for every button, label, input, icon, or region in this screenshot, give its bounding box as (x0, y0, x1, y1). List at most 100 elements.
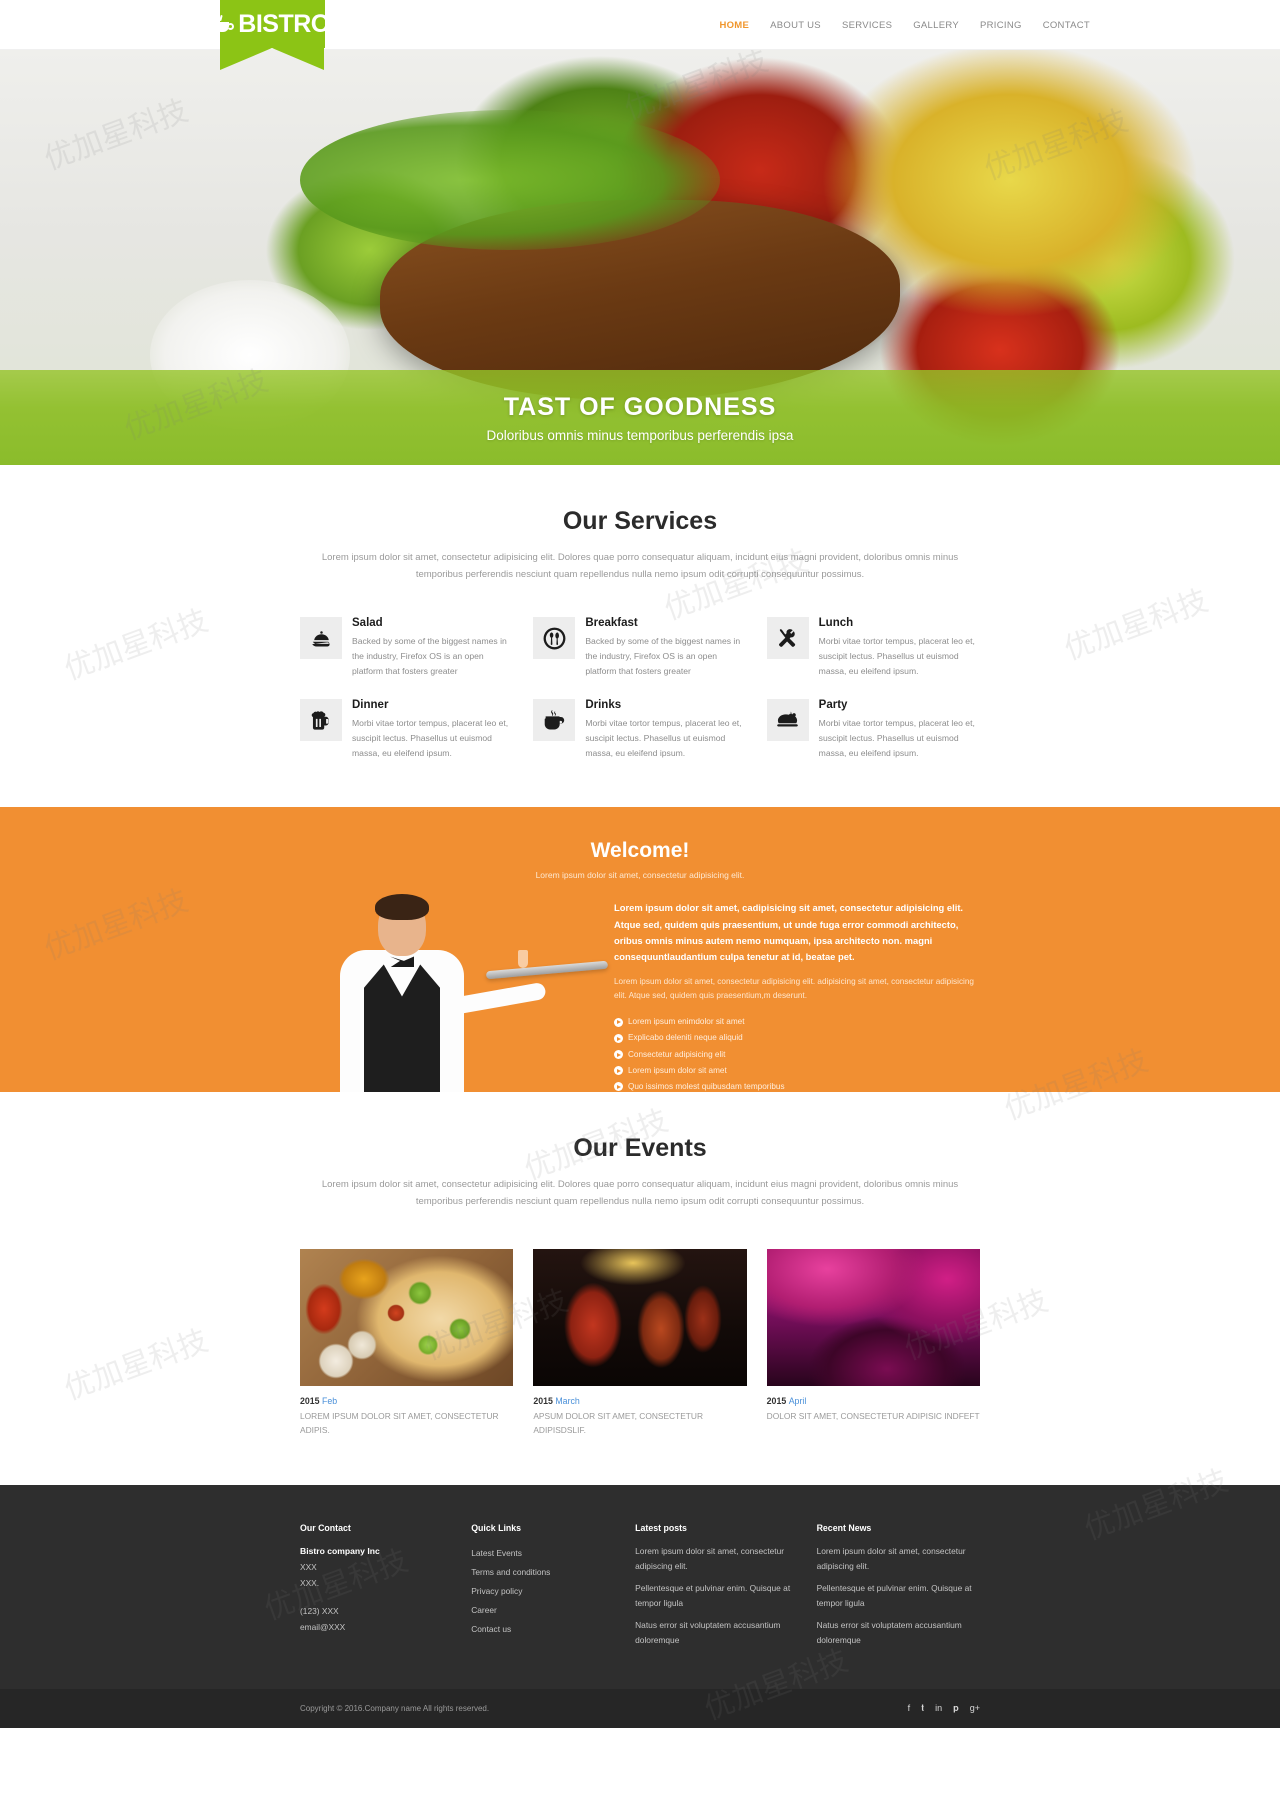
service-item[interactable]: Salad Backed by some of the biggest name… (300, 617, 513, 679)
footer-link-privacy[interactable]: Privacy policy (471, 1582, 617, 1601)
service-title: Drinks (585, 699, 622, 712)
bullet-label: Quo issimos molest quibusdam temporibus (628, 1081, 785, 1091)
hero-caption-banner: TAST OF GOODNESS Doloribus omnis minus t… (0, 370, 1280, 465)
service-desc: Morbi vitae tortor tempus, placerat leo … (352, 718, 509, 759)
footer-column-latest-posts: Latest posts Lorem ipsum dolor sit amet,… (635, 1523, 798, 1655)
list-item: Lorem ipsum dolor sit amet (614, 1064, 980, 1078)
nav-item-pricing[interactable]: PRICING (980, 20, 1022, 31)
fork-knife-cross-icon (766, 617, 809, 660)
facebook-icon[interactable]: f (908, 1703, 911, 1713)
service-desc: Backed by some of the biggest names in t… (585, 636, 741, 677)
arrow-circle-icon (614, 1017, 623, 1027)
event-year: 2015 (766, 1395, 787, 1406)
event-date: 2015 Feb (300, 1396, 513, 1406)
logo-badge[interactable]: BISTRO (215, 0, 330, 70)
nav-item-contact[interactable]: CONTACT (1043, 20, 1090, 31)
welcome-lead-text: Lorem ipsum dolor sit amet, cadipisicing… (614, 902, 964, 962)
service-item[interactable]: Party Morbi vitae tortor tempus, placera… (766, 699, 980, 761)
service-item[interactable]: Drinks Morbi vitae tortor tempus, placer… (533, 699, 746, 761)
footer-company-name: Bistro company Inc (300, 1546, 380, 1557)
list-item: Consectetur adipisicing elit (614, 1048, 980, 1062)
event-date: 2015 April (767, 1396, 980, 1406)
footer-link-latest-events[interactable]: Latest Events (471, 1544, 617, 1563)
events-section: Our Events Lorem ipsum dolor sit amet, c… (0, 1092, 1280, 1486)
welcome-bullet-list: Lorem ipsum enimdolor sit amet Explicabo… (614, 1015, 980, 1092)
google-plus-icon[interactable]: g+ (970, 1703, 980, 1713)
footer-post[interactable]: Lorem ipsum dolor sit amet, consectetur … (635, 1544, 798, 1573)
event-month[interactable]: April (789, 1396, 807, 1406)
footer-news[interactable]: Natus error sit voluptatem accusantium d… (817, 1618, 980, 1647)
event-card[interactable]: 2015 March APSUM DOLOR SIT AMET, CONSECT… (533, 1248, 747, 1438)
event-date: 2015 March (533, 1396, 746, 1406)
cloche-service-icon (300, 617, 342, 660)
nav-item-services[interactable]: SERVICES (842, 20, 892, 31)
site-footer: Our Contact Bistro company Inc XXX XXX. … (0, 1485, 1280, 1689)
service-desc: Backed by some of the biggest names in t… (352, 636, 507, 677)
footer-post[interactable]: Natus error sit voluptatem accusantium d… (635, 1618, 798, 1647)
footer-news[interactable]: Lorem ipsum dolor sit amet, consectetur … (817, 1544, 980, 1573)
site-header: BISTRO HOME ABOUT US SERVICES GALLERY PR… (0, 0, 1280, 70)
footer-heading: Quick Links (471, 1523, 522, 1534)
arrow-circle-icon (614, 1034, 623, 1043)
glass-shape (518, 950, 528, 969)
services-grid: Salad Backed by some of the biggest name… (300, 617, 980, 761)
footer-heading: Our Contact (300, 1523, 351, 1534)
footer-heading: Recent News (816, 1523, 872, 1534)
pinterest-icon[interactable]: 𝐩 (953, 1703, 959, 1714)
hero-vegetable-decor (300, 110, 720, 250)
services-section: Our Services Lorem ipsum dolor sit amet,… (0, 465, 1280, 808)
dance-party-photo (766, 1248, 980, 1386)
nav-item-about-us[interactable]: ABOUT US (770, 20, 821, 31)
service-item[interactable]: Dinner Morbi vitae tortor tempus, placer… (300, 699, 513, 761)
service-title: Lunch (818, 617, 854, 630)
event-card[interactable]: 2015 Feb LOREM IPSUM DOLOR SIT AMET, CON… (300, 1248, 514, 1438)
page-root: BISTRO HOME ABOUT US SERVICES GALLERY PR… (0, 0, 1280, 1728)
live-band-photo (533, 1248, 747, 1386)
footer-phone[interactable]: (123) XXX (300, 1604, 453, 1620)
event-month[interactable]: March (555, 1396, 579, 1406)
events-title: Our Events (573, 1134, 707, 1163)
nav-item-gallery[interactable]: GALLERY (913, 20, 959, 31)
footer-email[interactable]: email@XXX (300, 1620, 453, 1636)
footer-news[interactable]: Pellentesque et pulvinar enim. Quisque a… (817, 1581, 980, 1610)
copyright-text: Copyright © 2016.Company name All rights… (300, 1703, 490, 1713)
event-month[interactable]: Feb (322, 1396, 337, 1406)
event-card[interactable]: 2015 April DOLOR SIT AMET, CONSECTETUR A… (766, 1248, 980, 1438)
list-item: Lorem ipsum enimdolor sit amet (614, 1015, 980, 1029)
service-desc: Morbi vitae tortor tempus, placerat leo … (818, 636, 975, 677)
event-desc: DOLOR SIT AMET, CONSECTETUR ADIPISIC IND… (766, 1410, 980, 1421)
footer-post[interactable]: Pellentesque et pulvinar enim. Quisque a… (635, 1581, 798, 1610)
footer-heading: Latest posts (635, 1523, 687, 1534)
roast-turkey-icon (766, 699, 809, 742)
footer-link-contact-us[interactable]: Contact us (471, 1620, 617, 1639)
service-desc: Morbi vitae tortor tempus, placerat leo … (585, 718, 742, 759)
event-year: 2015 (300, 1395, 320, 1406)
footer-address-line-1: XXX (300, 1562, 317, 1573)
service-item[interactable]: Lunch Morbi vitae tortor tempus, placera… (766, 617, 980, 679)
event-desc: LOREM IPSUM DOLOR SIT AMET, CONSECTETUR … (300, 1410, 499, 1435)
footer-column-contact: Our Contact Bistro company Inc XXX XXX. … (300, 1523, 453, 1655)
service-item[interactable]: Breakfast Backed by some of the biggest … (533, 617, 746, 679)
nav-item-home[interactable]: HOME (719, 20, 749, 31)
events-grid: 2015 Feb LOREM IPSUM DOLOR SIT AMET, CON… (300, 1248, 980, 1438)
service-desc: Morbi vitae tortor tempus, placerat leo … (818, 718, 975, 759)
pizza-photo (300, 1248, 514, 1386)
linkedin-icon[interactable]: in (935, 1703, 942, 1713)
twitter-icon[interactable]: 𝐭 (921, 1703, 924, 1714)
arrow-circle-icon (614, 1050, 623, 1060)
service-title: Salad (352, 617, 383, 630)
welcome-title: Welcome! (590, 839, 690, 863)
footer-link-career[interactable]: Career (471, 1601, 617, 1620)
footer-column-recent-news: Recent News Lorem ipsum dolor sit amet, … (817, 1523, 980, 1655)
welcome-body-text: Lorem ipsum dolor sit amet, consectetur … (614, 977, 974, 1001)
service-title: Dinner (352, 699, 389, 712)
waiter-with-tray-photo (300, 894, 609, 1093)
bullet-label: Lorem ipsum dolor sit amet (628, 1065, 727, 1075)
hero-title: TAST OF GOODNESS (503, 392, 777, 421)
service-title: Breakfast (585, 617, 638, 630)
services-title: Our Services (562, 507, 718, 535)
main-navigation: HOME ABOUT US SERVICES GALLERY PRICING C… (719, 0, 1090, 50)
events-subtitle: Lorem ipsum dolor sit amet, consectetur … (321, 1179, 959, 1208)
social-links: f 𝐭 in 𝐩 g+ (908, 1703, 980, 1714)
footer-link-terms[interactable]: Terms and conditions (471, 1563, 617, 1582)
